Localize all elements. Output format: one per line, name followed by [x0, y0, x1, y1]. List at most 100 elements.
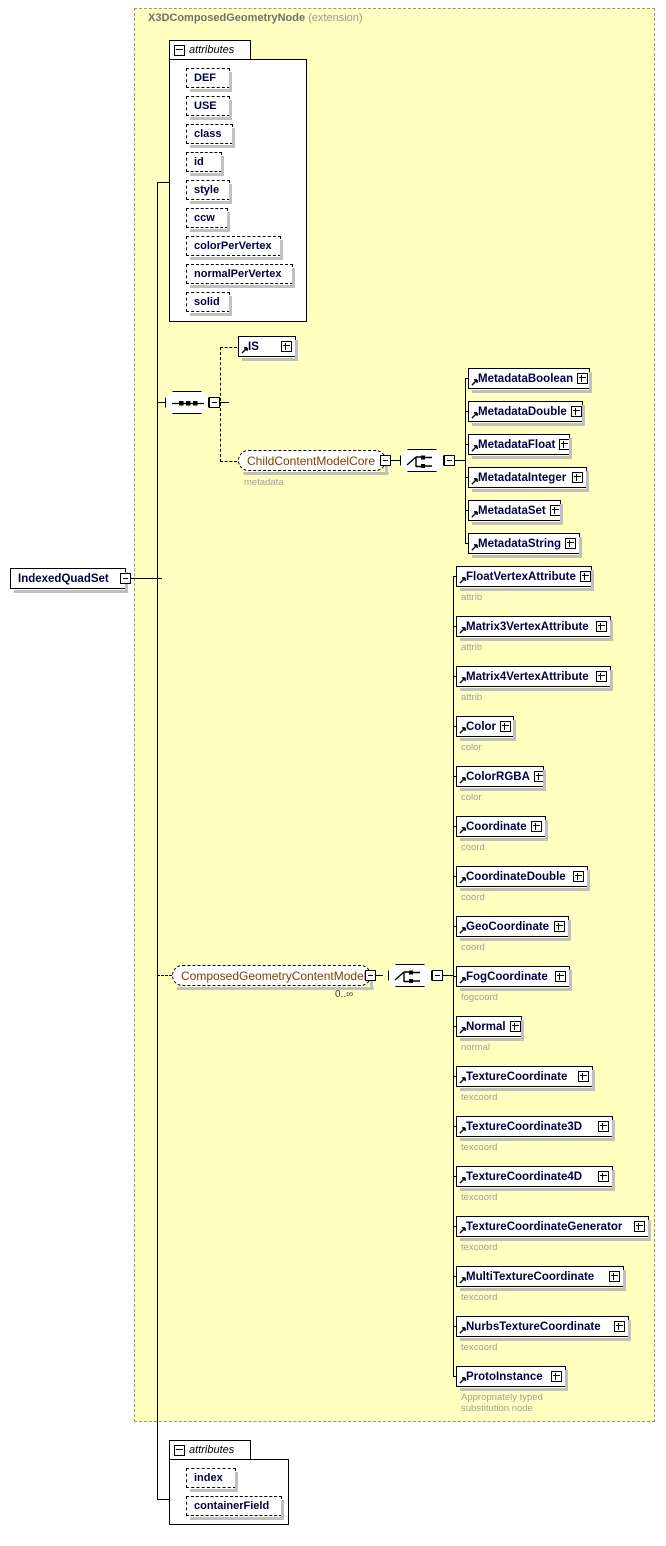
- root-element-indexedquadset[interactable]: IndexedQuadSet: [10, 568, 128, 593]
- caption-geocoordinate: coord: [461, 942, 485, 953]
- attribute-class[interactable]: class: [186, 124, 235, 148]
- seq-branch-to-ccmc: [220, 461, 237, 462]
- group-ref-collapse-icon[interactable]: [380, 455, 391, 466]
- plus-icon[interactable]: [570, 406, 582, 417]
- attribute-normalpervertex[interactable]: normalPerVertex: [186, 264, 295, 288]
- plus-icon[interactable]: [500, 721, 512, 732]
- attribute-containerfield[interactable]: containerField: [186, 1496, 284, 1520]
- element-colorrgba[interactable]: ColorRGBA: [456, 766, 546, 791]
- attribute-style[interactable]: style: [186, 180, 232, 204]
- cgcm-collapse-icon[interactable]: [365, 970, 376, 981]
- base-attributes-tab[interactable]: attributes: [169, 40, 251, 59]
- group-ref-childcontentmodelcore[interactable]: ChildContentModelCore: [238, 450, 389, 475]
- element-matrix3vertexattribute[interactable]: Matrix3VertexAttribute: [456, 616, 613, 641]
- element-metadataboolean[interactable]: MetadataBoolean: [468, 368, 592, 393]
- plus-icon[interactable]: [634, 1221, 645, 1232]
- substitution-arrow-icon: [459, 627, 466, 634]
- element-label: Normal: [466, 1020, 506, 1033]
- minus-icon[interactable]: [174, 1444, 185, 1456]
- plus-icon[interactable]: [551, 1371, 562, 1382]
- element-coordinate[interactable]: Coordinate: [456, 816, 548, 841]
- attribute-label: colorPerVertex: [194, 240, 272, 252]
- element-is[interactable]: IS: [238, 336, 298, 361]
- element-texturecoordinate3d[interactable]: TextureCoordinate3D: [456, 1116, 615, 1141]
- element-fogcoordinate[interactable]: FogCoordinate: [456, 966, 572, 991]
- plus-icon[interactable]: [598, 1171, 609, 1182]
- attribute-label: style: [194, 184, 220, 196]
- plus-icon[interactable]: [579, 571, 591, 582]
- plus-icon[interactable]: [609, 1271, 620, 1282]
- substitution-arrow-icon: [459, 1327, 466, 1334]
- caption-color: color: [461, 742, 482, 753]
- element-protoinstance[interactable]: ProtoInstance: [456, 1366, 568, 1391]
- element-texturecoordinategenerator[interactable]: TextureCoordinateGenerator: [456, 1216, 651, 1241]
- plus-icon[interactable]: [578, 1071, 589, 1082]
- plus-icon[interactable]: [565, 538, 577, 549]
- element-floatvertexattribute[interactable]: FloatVertexAttribute: [456, 566, 594, 591]
- root-collapse-icon[interactable]: [120, 573, 131, 584]
- element-normal[interactable]: Normal: [456, 1016, 524, 1041]
- plus-icon[interactable]: [598, 1121, 609, 1132]
- substitution-arrow-icon: [471, 379, 478, 386]
- attribute-index[interactable]: index: [186, 1468, 238, 1492]
- element-metadatainteger[interactable]: MetadataInteger: [468, 467, 589, 492]
- element-label: TextureCoordinate: [466, 1070, 568, 1083]
- plus-icon[interactable]: [554, 921, 565, 932]
- attribute-def[interactable]: DEF: [186, 68, 232, 92]
- seq-branch-to-is: [220, 347, 237, 348]
- element-metadatafloat[interactable]: MetadataFloat: [468, 434, 572, 459]
- substitution-arrow-icon: [459, 577, 466, 584]
- element-matrix4vertexattribute[interactable]: Matrix4VertexAttribute: [456, 666, 613, 691]
- element-metadatastring[interactable]: MetadataString: [468, 533, 582, 558]
- element-coordinatedouble[interactable]: CoordinateDouble: [456, 866, 590, 891]
- spine-to-cgcm: [157, 975, 172, 976]
- metadata-bus-vertical: [465, 378, 466, 544]
- substitution-arrow-icon: [459, 977, 466, 984]
- attribute-solid[interactable]: solid: [186, 292, 232, 316]
- element-metadatadouble[interactable]: MetadataDouble: [468, 401, 585, 426]
- plus-icon[interactable]: [596, 621, 607, 632]
- element-multitexturecoordinate[interactable]: MultiTextureCoordinate: [456, 1266, 626, 1291]
- choice-collapse-icon-geometry[interactable]: [432, 970, 443, 981]
- element-label: Coordinate: [466, 820, 527, 833]
- element-nurbstexturecoordinate[interactable]: NurbsTextureCoordinate: [456, 1316, 631, 1341]
- plus-icon[interactable]: [281, 341, 292, 352]
- attribute-use[interactable]: USE: [186, 96, 232, 120]
- plus-icon[interactable]: [596, 671, 607, 682]
- choice-compositor-icon-metadata[interactable]: [400, 449, 444, 472]
- plus-icon[interactable]: [572, 472, 583, 483]
- choice-collapse-icon-metadata[interactable]: [444, 455, 455, 466]
- sequence-compositor-icon[interactable]: [165, 391, 209, 414]
- choice-glyph: [406, 455, 432, 468]
- plus-icon[interactable]: [614, 1321, 625, 1332]
- element-texturecoordinate[interactable]: TextureCoordinate: [456, 1066, 595, 1091]
- group-ref-composedgeometrycontentmodel[interactable]: ComposedGeometryContentModel: [172, 965, 374, 990]
- attribute-label: ccw: [194, 212, 215, 224]
- element-texturecoordinate4d[interactable]: TextureCoordinate4D: [456, 1166, 615, 1191]
- sequence-collapse-icon[interactable]: [209, 397, 220, 408]
- plus-icon[interactable]: [573, 871, 584, 882]
- plus-icon[interactable]: [509, 1021, 521, 1032]
- attribute-ccw[interactable]: ccw: [186, 208, 230, 232]
- attribute-id[interactable]: id: [186, 152, 224, 176]
- substitution-arrow-icon: [459, 1377, 466, 1384]
- main-spine-vertical: [157, 182, 158, 1500]
- element-label: MetadataFloat: [478, 438, 556, 451]
- plus-icon[interactable]: [577, 373, 589, 384]
- substitution-arrow-icon: [459, 727, 466, 734]
- attribute-colorpervertex[interactable]: colorPerVertex: [186, 236, 283, 260]
- minus-icon[interactable]: [174, 44, 185, 56]
- caption-coordinatedouble: coord: [461, 892, 485, 903]
- choice-compositor-icon-geometry[interactable]: [388, 964, 432, 987]
- element-label: NurbsTextureCoordinate: [466, 1320, 601, 1333]
- caption-coordinate: coord: [461, 842, 485, 853]
- attribute-label: DEF: [194, 72, 216, 84]
- caption-matrix3vertexattribute: attrib: [461, 642, 483, 653]
- plus-icon[interactable]: [531, 821, 542, 832]
- element-color[interactable]: Color: [456, 716, 516, 741]
- caption-texturecoordinate4d: texcoord: [461, 1192, 498, 1203]
- element-metadataset[interactable]: MetadataSet: [468, 500, 563, 525]
- element-geocoordinate[interactable]: GeoCoordinate: [456, 916, 571, 941]
- plus-icon[interactable]: [555, 971, 566, 982]
- own-attributes-tab[interactable]: attributes: [169, 1440, 251, 1459]
